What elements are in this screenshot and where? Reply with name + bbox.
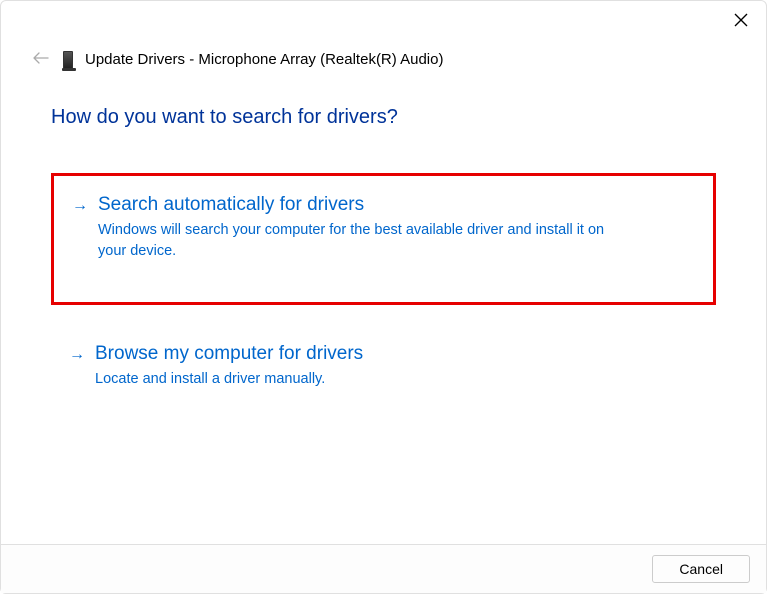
update-drivers-dialog: Update Drivers - Microphone Array (Realt… [0,0,767,594]
option-title: Browse my computer for drivers [95,343,363,365]
option-browse-computer[interactable]: → Browse my computer for drivers Locate … [51,329,716,412]
dialog-title: Update Drivers - Microphone Array (Realt… [85,51,443,68]
device-icon [63,51,73,69]
arrow-right-icon: → [72,197,88,215]
option-search-automatically[interactable]: → Search automatically for drivers Windo… [51,173,716,305]
arrow-left-icon [33,52,49,64]
dialog-footer: Cancel [1,544,766,593]
dialog-content: How do you want to search for drivers? →… [1,70,766,544]
back-button[interactable] [31,49,51,70]
cancel-button[interactable]: Cancel [652,555,750,583]
option-header: → Browse my computer for drivers [69,343,698,365]
close-icon [734,13,748,27]
option-description: Locate and install a driver manually. [69,369,629,390]
option-title: Search automatically for drivers [98,194,364,216]
option-description: Windows will search your computer for th… [72,220,632,262]
arrow-right-icon: → [69,346,85,364]
option-header: → Search automatically for drivers [72,194,695,216]
dialog-header: Update Drivers - Microphone Array (Realt… [1,1,766,70]
close-button[interactable] [734,13,748,31]
prompt-heading: How do you want to search for drivers? [51,106,716,129]
